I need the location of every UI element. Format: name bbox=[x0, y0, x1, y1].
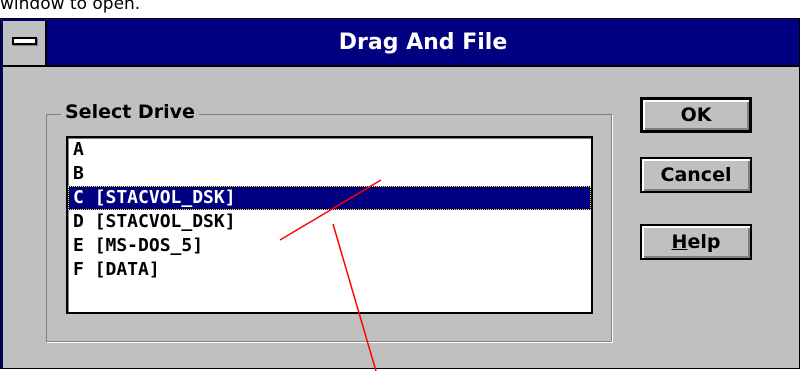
title-bar: Drag And File bbox=[3, 21, 799, 67]
help-label-rest: elp bbox=[687, 231, 721, 253]
drive-item-b[interactable]: B bbox=[68, 162, 591, 186]
help-mnemonic: H bbox=[671, 231, 688, 253]
drive-item-c[interactable]: C [STACVOL_DSK] bbox=[68, 186, 591, 210]
drag-and-file-dialog: Drag And File Select Drive A B C [STACVO… bbox=[0, 18, 800, 369]
drive-item-f[interactable]: F [DATA] bbox=[68, 258, 591, 282]
help-button[interactable]: Help bbox=[640, 224, 752, 260]
drive-item-e[interactable]: E [MS-DOS_5] bbox=[68, 234, 591, 258]
dialog-client-area: Select Drive A B C [STACVOL_DSK] D [STAC… bbox=[3, 67, 799, 368]
drive-listbox[interactable]: A B C [STACVOL_DSK] D [STACVOL_DSK] E [M… bbox=[66, 136, 593, 314]
system-menu-icon[interactable] bbox=[3, 21, 47, 65]
ok-button[interactable]: OK bbox=[640, 97, 752, 133]
system-menu-bar-icon bbox=[12, 37, 37, 45]
drive-item-d[interactable]: D [STACVOL_DSK] bbox=[68, 210, 591, 234]
select-drive-label: Select Drive bbox=[61, 101, 199, 123]
caption-text: window to open. bbox=[0, 0, 141, 14]
drive-item-a[interactable]: A bbox=[68, 138, 591, 162]
cancel-button[interactable]: Cancel bbox=[640, 157, 752, 193]
dialog-title: Drag And File bbox=[338, 30, 508, 55]
